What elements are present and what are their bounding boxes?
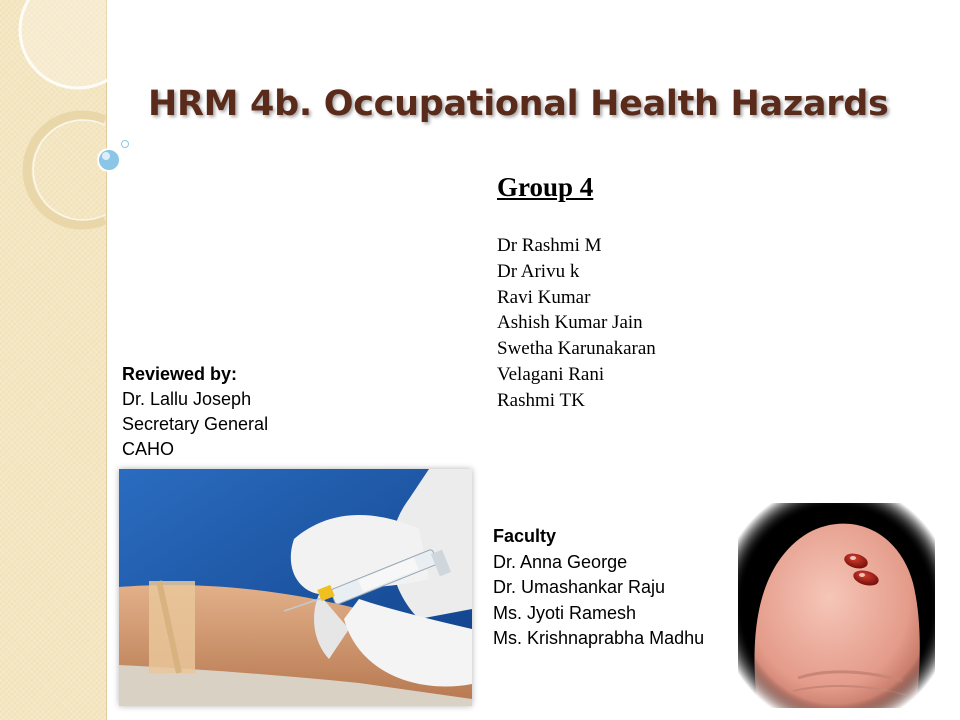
group-member-list: Dr Rashmi M Dr Arivu k Ravi Kumar Ashish…	[497, 233, 656, 414]
reviewer-line: CAHO	[122, 439, 175, 459]
group-member: Velagani Rani	[497, 363, 605, 385]
faculty-member: Dr. Umashankar Raju	[493, 577, 666, 597]
group-member: Dr Arivu k	[497, 260, 580, 282]
reviewer-line: Secretary General	[122, 414, 269, 434]
reviewed-by-heading: Reviewed by:	[122, 364, 238, 384]
group-heading: Group 4	[497, 172, 594, 202]
slide-title: HRM 4b. Occupational Health Hazards	[148, 84, 889, 124]
group-member: Ravi Kumar	[497, 286, 591, 308]
faculty-member: Ms. Krishnaprabha Madhu	[493, 628, 705, 648]
group-member: Rashmi TK	[497, 389, 585, 411]
faculty-block: Faculty Dr. Anna George Dr. Umashankar R…	[493, 524, 704, 652]
decorative-side-panel	[0, 0, 107, 720]
group-member: Swetha Karunakaran	[497, 338, 656, 360]
reviewed-by-block: Reviewed by: Dr. Lallu Joseph Secretary …	[122, 362, 268, 462]
injection-photo	[119, 469, 472, 706]
faculty-member: Dr. Anna George	[493, 551, 628, 572]
fingertip-blood-photo	[738, 503, 935, 708]
reviewer-line: Dr. Lallu Joseph	[122, 389, 252, 409]
group-member: Dr Rashmi M	[497, 235, 602, 256]
faculty-member: Ms. Jyoti Ramesh	[493, 602, 637, 623]
faculty-heading: Faculty	[493, 526, 557, 546]
group-member: Ashish Kumar Jain	[497, 312, 643, 334]
